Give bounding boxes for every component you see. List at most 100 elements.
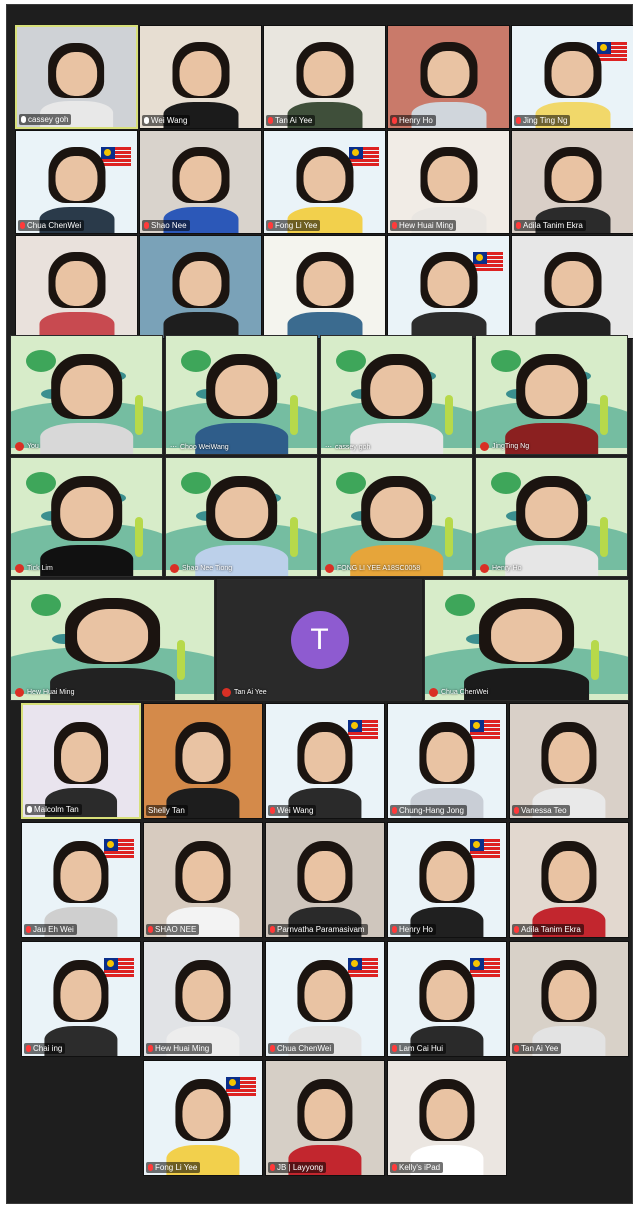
participant-name: Jau Eh Wei	[33, 925, 74, 934]
video-tile[interactable]: Kelly's iPad	[387, 1060, 507, 1176]
meet-video-tile[interactable]: JingTing Ng	[475, 335, 628, 455]
meet-video-tile[interactable]: FONG LI YEE A18SC0058	[320, 457, 473, 577]
video-tile[interactable]: Shelly Tan	[143, 703, 263, 819]
participant-face	[491, 608, 562, 662]
video-tile[interactable]: Tan Ai Yee	[509, 941, 629, 1057]
participant-name: Jing Ting Ng	[523, 116, 568, 125]
video-tile[interactable]: JB | Layyong	[265, 1060, 385, 1176]
participant-name-tag: Tan Ai Yee	[512, 1043, 562, 1054]
meet-video-tile[interactable]: Henry Ho	[475, 457, 628, 577]
video-tile[interactable]: Wei Wang	[265, 703, 385, 819]
participant-face	[77, 608, 148, 662]
video-tile[interactable]: Shao Nee	[139, 130, 262, 234]
video-tile[interactable]: Hew Huai Ming	[143, 941, 263, 1057]
mic-muted-icon	[268, 222, 273, 229]
video-tile[interactable]: Jing Ting Ng	[511, 25, 633, 129]
video-tile[interactable]: Chai ing	[21, 941, 141, 1057]
meet-video-tile[interactable]: T Tan Ai Yee	[217, 579, 422, 701]
seaweed-icon	[591, 640, 600, 680]
participant-face	[182, 731, 224, 782]
mic-muted-icon	[514, 1045, 519, 1052]
seaweed-icon	[134, 517, 143, 557]
meet-video-tile[interactable]: You	[10, 335, 163, 455]
mic-muted-icon	[392, 1045, 397, 1052]
meet-video-tile[interactable]: Chua ChenWei	[424, 579, 629, 701]
participant-video	[286, 252, 363, 338]
more-options-icon[interactable]: ⋯	[170, 443, 177, 451]
seaweed-icon	[444, 517, 453, 557]
participant-face	[303, 261, 346, 307]
participant-face	[60, 969, 102, 1020]
video-tile[interactable]	[139, 235, 262, 339]
meet-video-tile[interactable]: ⋯ Choo WeiWang	[165, 335, 318, 455]
video-tile[interactable]: Fong Li Yee	[143, 1060, 263, 1176]
video-tile[interactable]: Lam Cai Hui	[387, 941, 507, 1057]
participant-face	[304, 969, 346, 1020]
video-tile[interactable]: Hew Huai Ming	[387, 130, 510, 234]
meet-video-tile[interactable]: Tick Lim	[10, 457, 163, 577]
video-tile[interactable]: Fong Li Yee	[263, 130, 386, 234]
mic-muted-icon	[516, 222, 521, 229]
video-tile[interactable]: SHAO NEE	[143, 822, 263, 938]
participant-name-tag: You	[15, 442, 39, 451]
video-tile[interactable]: Chua ChenWei	[265, 941, 385, 1057]
video-tile[interactable]	[263, 235, 386, 339]
participant-name-tag: Adila Tanim Ekra	[514, 220, 586, 231]
video-tile[interactable]: Adila Tanim Ekra	[509, 822, 629, 938]
participant-video	[349, 476, 444, 576]
video-tile[interactable]	[15, 235, 138, 339]
video-tile[interactable]: Chung-Hang Jong	[387, 703, 507, 819]
participant-name-tag: Tan Ai Yee	[222, 688, 267, 697]
video-tile[interactable]: cassey goh	[15, 25, 138, 129]
meet-video-tile[interactable]: Shao Nee Tiong	[165, 457, 318, 577]
participant-name-tag: Chua ChenWei	[18, 220, 85, 231]
mic-muted-icon	[429, 688, 438, 697]
video-tile[interactable]: Jau Eh Wei	[21, 822, 141, 938]
mic-muted-icon	[480, 442, 489, 451]
meet-video-tile[interactable]: ⋯ cassey goh	[320, 335, 473, 455]
video-tile[interactable]: Wei Wang	[139, 25, 262, 129]
participant-name-tag: SHAO NEE	[146, 924, 200, 935]
participant-video	[194, 354, 289, 454]
participant-name-tag: Wei Wang	[268, 805, 317, 816]
participant-name-tag: Henry Ho	[390, 115, 436, 126]
participant-face	[548, 969, 590, 1020]
video-tile[interactable]	[511, 235, 633, 339]
participant-name-tag: Parnvatha Paramasivam	[268, 924, 368, 935]
participant-name: Henry Ho	[492, 565, 522, 572]
mic-muted-icon	[325, 564, 334, 573]
meet-video-tile[interactable]: Hew Huai Ming	[10, 579, 215, 701]
video-tile[interactable]: Chua ChenWei	[15, 130, 138, 234]
participant-video	[39, 354, 134, 454]
participant-name: Tan Ai Yee	[234, 689, 267, 696]
mic-muted-icon	[144, 117, 149, 124]
participant-name: Lam Cai Hui	[399, 1044, 444, 1053]
participant-name-tag: cassey goh	[19, 114, 72, 125]
participant-name-tag: Hew Huai Ming	[146, 1043, 213, 1054]
participant-name: Shelly Tan	[148, 806, 185, 815]
participant-name-tag: Shao Nee	[142, 220, 190, 231]
seaweed-icon	[444, 395, 453, 435]
participant-name-tag: ⋯ cassey goh	[325, 443, 370, 452]
participant-face	[551, 261, 594, 307]
mic-muted-icon	[270, 807, 275, 814]
more-options-icon[interactable]: ⋯	[325, 443, 332, 451]
video-tile[interactable]: Tan Ai Yee	[263, 25, 386, 129]
participant-name-tag: Fong Li Yee	[146, 1162, 201, 1173]
participant-body	[39, 422, 134, 454]
participant-face	[426, 969, 468, 1020]
video-tile[interactable]: Adila Tanim Ekra	[511, 130, 633, 234]
participant-name: SHAO NEE	[155, 925, 197, 934]
participant-name: Shao Nee Tiong	[182, 565, 233, 572]
participant-face	[551, 156, 594, 202]
video-tile[interactable]: Parnvatha Paramasivam	[265, 822, 385, 938]
mic-muted-icon	[392, 926, 397, 933]
video-tile[interactable]: Henry Ho	[387, 25, 510, 129]
participant-face	[551, 51, 594, 97]
mic-muted-icon	[148, 1045, 153, 1052]
video-tile[interactable]	[387, 235, 510, 339]
participant-name: JingTing Ng	[492, 443, 530, 450]
video-tile[interactable]: Vanessa Teo	[509, 703, 629, 819]
video-tile[interactable]: Malcolm Tan	[21, 703, 141, 819]
video-tile[interactable]: Henry Ho	[387, 822, 507, 938]
